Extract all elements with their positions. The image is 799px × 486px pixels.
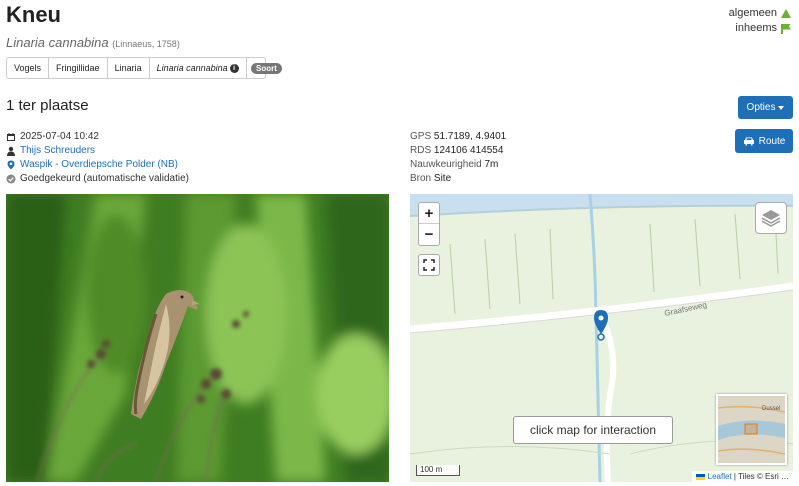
- fullscreen-button[interactable]: [418, 254, 440, 276]
- chevron-down-icon: [778, 105, 785, 110]
- observation-datetime: 2025-07-04 10:42: [20, 131, 99, 142]
- scientific-name-italic: Linaria cannabina: [6, 35, 109, 50]
- crumb-class[interactable]: Vogels: [7, 58, 50, 78]
- info-icon[interactable]: i: [229, 63, 239, 73]
- layers-icon: [761, 210, 781, 227]
- crumb-species[interactable]: Linaria cannabina i: [150, 58, 247, 78]
- validation-status: Goedgekeurd (automatische validatie): [20, 173, 189, 184]
- location-row: Waspik - Overdiepsche Polder (NB): [6, 158, 189, 172]
- map-marker-icon: [7, 160, 15, 170]
- accuracy-row: Nauwkeurigheid 7m: [410, 158, 506, 172]
- map-attribution: Leaflet | Tiles © Esri …: [692, 471, 793, 482]
- options-label: Opties: [746, 102, 776, 113]
- crumb-species-label: Linaria cannabina: [156, 63, 228, 73]
- gps-row: GPS 51.7189, 4.9401: [410, 130, 506, 144]
- rds-value: 124106 414554: [433, 145, 504, 156]
- source-row: Bron Site: [410, 172, 506, 186]
- minimap-label: Dussel: [762, 406, 780, 412]
- fullscreen-icon: [423, 259, 435, 271]
- calendar-icon: [7, 133, 15, 141]
- crumb-genus[interactable]: Linaria: [108, 58, 150, 78]
- minimap-tiles: Dussel: [718, 396, 785, 463]
- minimap[interactable]: Dussel: [716, 394, 787, 465]
- layers-button[interactable]: [755, 202, 787, 234]
- zoom-out-button[interactable]: −: [419, 224, 439, 245]
- status-badges: algemeen inheems: [729, 6, 791, 36]
- badge-inheems: inheems: [729, 21, 791, 36]
- bird-photo-illustration: [6, 194, 389, 482]
- user-icon: [7, 146, 15, 156]
- observation-title: 1 ter plaatse: [6, 97, 89, 114]
- location-link[interactable]: Waspik - Overdiepsche Polder (NB): [20, 158, 178, 172]
- route-button[interactable]: Route: [735, 129, 793, 153]
- scientific-name: Linaria cannabina (Linnaeus, 1758): [6, 35, 180, 50]
- ukraine-flag-icon: [696, 473, 706, 480]
- observation-photo[interactable]: [6, 194, 389, 482]
- crumb-family[interactable]: Fringillidae: [49, 58, 108, 78]
- coordinates-meta: GPS 51.7189, 4.9401 RDS 124106 414554 Na…: [410, 130, 506, 186]
- observer-link[interactable]: Thijs Schreuders: [20, 144, 95, 158]
- date-row: 2025-07-04 10:42: [6, 130, 189, 144]
- car-icon: [743, 137, 754, 146]
- observer-row: Thijs Schreuders: [6, 144, 189, 158]
- flag-icon: [781, 23, 791, 34]
- zoom-control: + −: [418, 202, 440, 246]
- species-name: Kneu: [6, 2, 61, 27]
- taxonomy-breadcrumb: Vogels Fringillidae Linaria Linaria cann…: [6, 57, 266, 79]
- rds-label: RDS: [410, 145, 432, 156]
- accuracy-value: 7m: [484, 159, 499, 170]
- leaflet-link[interactable]: Leaflet: [708, 472, 732, 481]
- triangle-icon: [781, 9, 791, 18]
- observation-details: 2025-07-04 10:42 Thijs Schreuders Waspik…: [6, 130, 189, 186]
- badge-label: algemeen: [728, 7, 777, 19]
- route-label: Route: [758, 135, 786, 147]
- accuracy-label: Nauwkeurigheid: [410, 159, 482, 170]
- rds-row: RDS 124106 414554: [410, 144, 506, 158]
- badge-algemeen: algemeen: [729, 6, 791, 21]
- source-value: Site: [433, 173, 452, 184]
- check-circle-icon: [6, 174, 16, 184]
- gps-label: GPS: [410, 131, 432, 142]
- source-label: Bron: [410, 173, 432, 184]
- badge-label: inheems: [735, 22, 777, 34]
- gps-value: 51.7189, 4.9401: [433, 131, 507, 142]
- author-year: (Linnaeus, 1758): [112, 39, 180, 49]
- options-button[interactable]: Opties: [738, 96, 793, 119]
- location-map[interactable]: Graafseweg + − click map for interaction…: [410, 194, 793, 482]
- scale-bar: 100 m: [416, 465, 460, 476]
- attribution-text: | Tiles © Esri …: [731, 472, 789, 481]
- click-map-overlay[interactable]: click map for interaction: [513, 416, 673, 444]
- zoom-in-button[interactable]: +: [419, 203, 439, 224]
- rank-badge: Soort: [251, 63, 282, 74]
- validation-row: Goedgekeurd (automatische validatie): [6, 172, 189, 186]
